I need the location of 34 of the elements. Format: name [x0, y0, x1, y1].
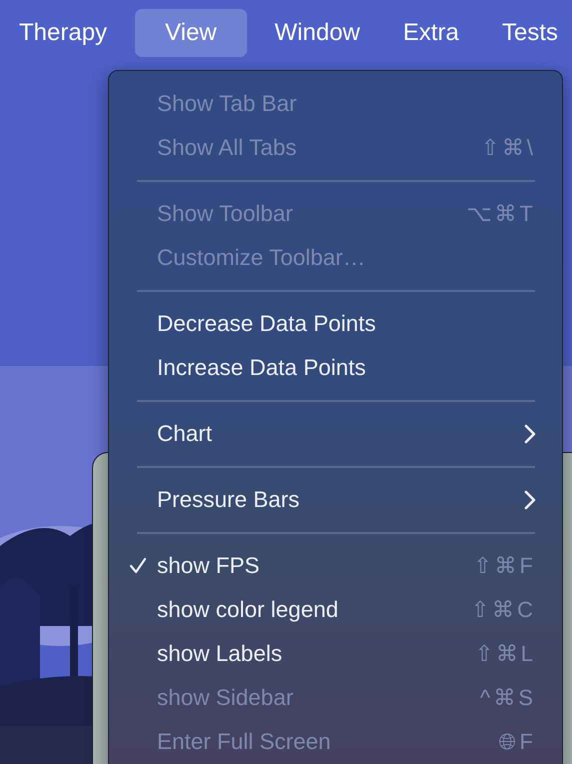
menu-bar-item[interactable]: Window: [260, 9, 375, 57]
menu-item[interactable]: Increase Data Points: [109, 346, 562, 390]
menu-item[interactable]: show color legend ⇧⌘C: [109, 588, 562, 632]
menu-bar-item[interactable]: Therapy: [4, 9, 122, 57]
menu-item-label: show Sidebar: [157, 685, 294, 711]
menu-item-label: Increase Data Points: [157, 355, 367, 381]
shortcut-label: ⇧⌘C: [471, 597, 536, 623]
menu-item-label: Show All Tabs: [157, 135, 298, 161]
menu-item[interactable]: Decrease Data Points: [109, 302, 562, 346]
menu-item-label: Show Toolbar: [157, 201, 294, 227]
shortcut-label: 🌐F: [498, 729, 536, 755]
menu-item-label: Enter Full Screen: [157, 729, 332, 755]
menu-bar-item[interactable]: Tests: [487, 9, 572, 57]
shortcut-label: ^⌘S: [480, 685, 536, 711]
shortcut-label: ⇧⌘L: [474, 641, 536, 667]
chevron-right-icon: [524, 490, 536, 510]
chevron-right-icon: [524, 424, 536, 444]
menu-bar-item[interactable]: Extra: [388, 9, 474, 57]
menu-item-label: Chart: [157, 421, 214, 447]
menu-item-label: Decrease Data Points: [157, 311, 377, 337]
menu-item[interactable]: show Labels ⇧⌘L: [109, 632, 562, 676]
menu-item-label: show Labels: [157, 641, 284, 667]
menu-item-label: show color legend: [157, 597, 340, 623]
menu-item[interactable]: Pressure Bars: [109, 478, 562, 522]
menu-item[interactable]: show FPS ⇧⌘F: [109, 544, 562, 588]
menu-item-label: show FPS: [157, 553, 261, 579]
shortcut-label: ⇧⌘\: [480, 135, 536, 161]
menu-item-label: Customize Toolbar…: [157, 245, 366, 271]
menu-bar-item[interactable]: View: [135, 9, 247, 57]
menu-item-label: Pressure Bars: [157, 487, 301, 513]
shortcut-label: ⌥⌘T: [466, 201, 536, 227]
shortcut-label: ⇧⌘F: [474, 553, 536, 579]
menu-item-label: Show Tab Bar: [157, 91, 298, 117]
menu-item[interactable]: Chart: [109, 412, 562, 456]
